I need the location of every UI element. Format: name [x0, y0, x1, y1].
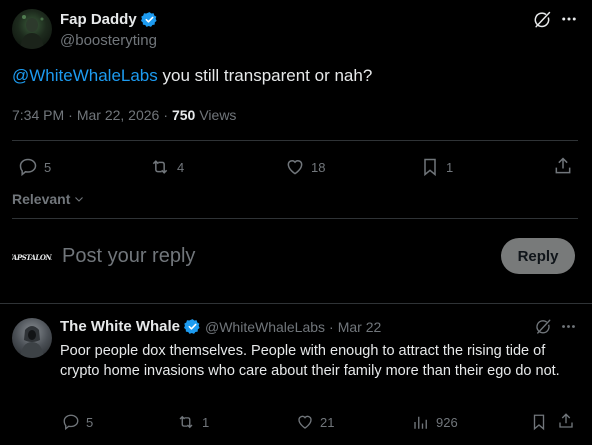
mention-link[interactable]: @WhiteWhaleLabs: [12, 66, 158, 85]
author-avatar[interactable]: [12, 9, 52, 49]
more-options-icon[interactable]: [560, 318, 577, 335]
chevron-down-icon: [75, 197, 84, 202]
tweet-meta: 7:34 PM · Mar 22, 2026 · 750 Views: [12, 107, 236, 123]
bookmark-count: 1: [446, 159, 454, 175]
share-action[interactable]: [553, 156, 573, 176]
reply-author-name[interactable]: The White Whale: [60, 318, 180, 335]
retweet-action[interactable]: 4: [149, 157, 184, 177]
reply-count: 5: [44, 159, 52, 175]
reply-placeholder: Post your reply: [62, 245, 196, 267]
tweet-text: @WhiteWhaleLabs you still transparent or…: [12, 66, 372, 86]
divider: [0, 303, 592, 304]
grok-icon[interactable]: [532, 10, 552, 30]
heart-icon: [287, 160, 303, 175]
views-action[interactable]: 926: [412, 413, 458, 431]
avatar-figure-icon: [20, 15, 44, 49]
reply-button-label: Reply: [517, 247, 559, 265]
reply-icon: [19, 158, 37, 177]
meta-separator: ·: [68, 107, 73, 123]
views-count: 926: [436, 414, 458, 430]
views-count: 750: [171, 107, 196, 123]
bookmark-action[interactable]: 1: [420, 157, 453, 177]
reply-button[interactable]: Reply: [501, 238, 575, 274]
share-icon: [559, 413, 573, 428]
reply-count: 5: [86, 414, 94, 430]
grok-icon[interactable]: [534, 318, 552, 336]
share-action[interactable]: [557, 412, 575, 430]
sort-dropdown[interactable]: Relevant: [12, 191, 85, 207]
reply-author-avatar[interactable]: [12, 318, 52, 358]
like-action[interactable]: 21: [296, 413, 334, 431]
divider: [12, 140, 578, 141]
author-name[interactable]: Fap Daddy: [60, 11, 137, 28]
retweet-count: 4: [177, 159, 185, 175]
retweet-action[interactable]: 1: [176, 413, 209, 431]
reply-author-handle[interactable]: @WhiteWhaleLabs: [205, 319, 325, 335]
views-label: Views: [199, 107, 237, 123]
composer-avatar-text: FAPSTALONE: [12, 252, 52, 262]
like-action[interactable]: 18: [285, 157, 325, 177]
verified-badge-icon: [184, 318, 201, 335]
bookmark-icon: [533, 414, 545, 431]
composer-avatar[interactable]: FAPSTALONE: [12, 240, 52, 274]
meta-separator: ·: [163, 107, 168, 123]
retweet-icon: [179, 415, 193, 429]
divider: [12, 218, 578, 219]
verified-badge-icon: [140, 11, 158, 28]
like-count: 18: [311, 159, 326, 175]
bookmark-action[interactable]: [530, 413, 548, 431]
share-icon: [555, 157, 571, 174]
reply-action[interactable]: 5: [18, 157, 51, 177]
tweet-body: you still transparent or nah?: [157, 66, 373, 85]
retweet-count: 1: [202, 414, 210, 430]
reply-icon: [63, 414, 79, 431]
meta-separator: ·: [329, 318, 334, 335]
views-chart-icon: [414, 416, 427, 429]
author-handle[interactable]: @boosteryting: [60, 32, 157, 49]
retweet-icon: [152, 160, 168, 174]
reply-action[interactable]: 5: [62, 413, 93, 431]
tweet-date[interactable]: Mar 22, 2026: [77, 107, 160, 123]
more-options-icon[interactable]: [560, 10, 578, 28]
hooded-figure-icon: [20, 326, 44, 358]
sort-label: Relevant: [12, 191, 71, 207]
heart-icon: [298, 415, 312, 429]
reply-tweet-text: Poor people dox themselves. People with …: [60, 343, 560, 379]
reply-input[interactable]: Post your reply: [62, 245, 195, 268]
tweet-time[interactable]: 7:34 PM: [12, 107, 64, 123]
bookmark-icon: [424, 158, 436, 177]
reply-date[interactable]: Mar 22: [338, 319, 382, 335]
like-count: 21: [320, 414, 335, 430]
